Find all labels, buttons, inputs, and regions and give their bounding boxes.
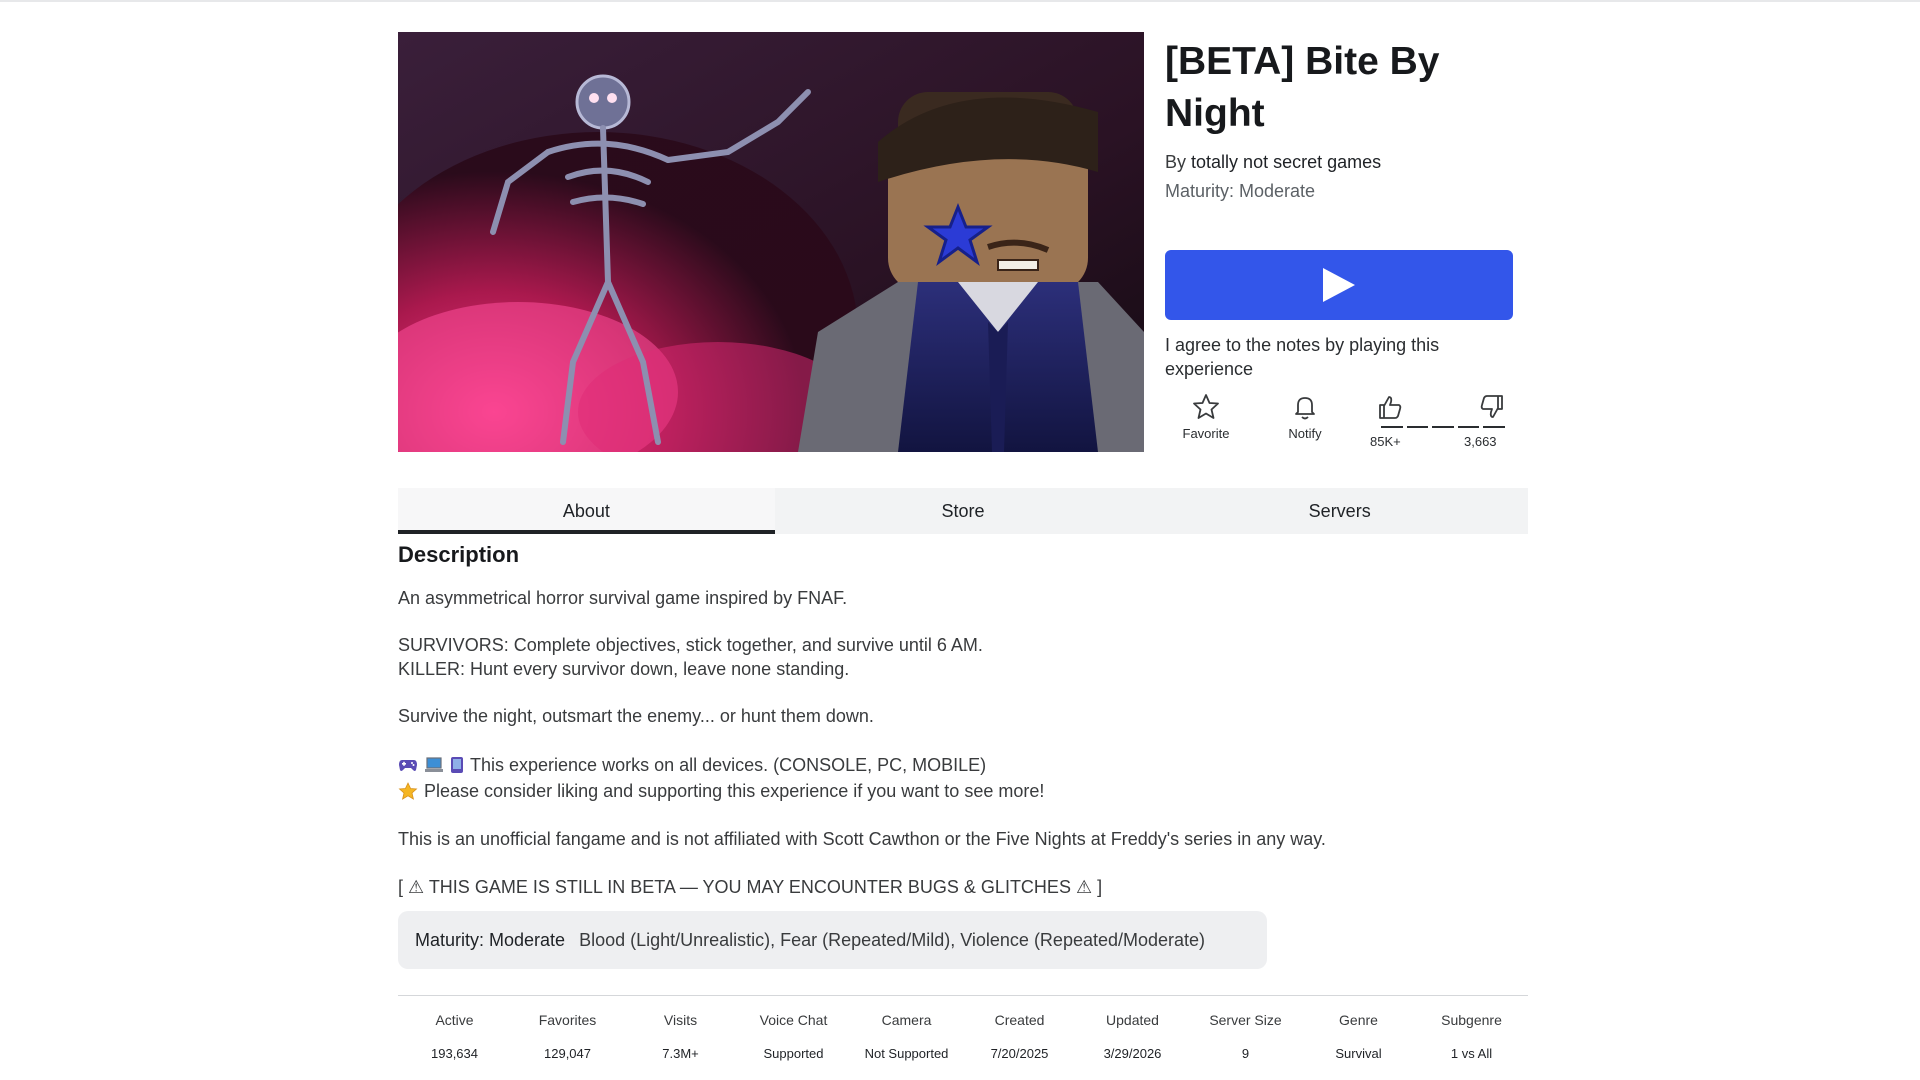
stat-label: Created [994,1012,1045,1028]
stat-value: Survival [1335,1046,1382,1061]
bell-icon [1295,397,1315,420]
stat-label: Server Size [1209,1012,1282,1028]
tab-store[interactable]: Store [775,488,1152,534]
stat-label: Updated [1106,1012,1159,1028]
stat-label: Genre [1339,1012,1378,1028]
by-prefix: By [1165,152,1187,172]
beta-warning-line: [ ⚠ THIS GAME IS STILL IN BETA — YOU MAY… [398,877,1103,897]
game-page: [BETA] Bite By Night By totally not secr… [398,0,1530,1080]
stat-subgenre: Subgenre 1 vs All [1415,1010,1528,1064]
stat-value: 9 [1241,1046,1250,1061]
game-stats: Active 193,634 Favorites 129,047 Visits … [398,1010,1528,1064]
description-heading: Description [398,542,520,567]
stat-label: Subgenre [1441,1012,1502,1028]
maturity-label: Maturity: Moderate [415,929,566,950]
gamepad-icon [399,760,417,771]
star-icon [1193,394,1219,419]
thumbs-down-icon [1480,395,1503,418]
play-icon [1323,268,1355,302]
stat-label: Favorites [538,1012,597,1028]
creator-link[interactable]: totally not secret games [1191,152,1381,172]
stat-favorites: Favorites 129,047 [511,1010,624,1064]
vote-ratio-bar [1381,426,1505,430]
stat-visits: Visits 7.3M+ [624,1010,737,1064]
creator-line: By totally not secret games [1165,148,1535,176]
notify-button[interactable]: Notify [1277,392,1333,441]
stat-label: Voice Chat [759,1012,828,1028]
stat-value: 1 vs All [1450,1046,1493,1061]
stat-value: Supported [763,1046,824,1061]
stat-value: 193,634 [431,1046,478,1061]
description-body: An asymmetrical horror survival game ins… [398,586,1518,899]
stat-value: 3/29/2026 [1103,1046,1162,1061]
notify-label: Notify [1288,426,1322,441]
dislike-button[interactable] [1470,392,1514,422]
play-button[interactable] [1165,250,1513,320]
description-line: This experience works on all devices. (C… [470,755,987,775]
thumbnail-artwork [398,32,1144,452]
like-button[interactable] [1373,392,1407,422]
stat-created: Created 7/20/2025 [963,1010,1076,1064]
stat-value: Not Supported [864,1046,949,1061]
star-emoji-icon [398,782,418,800]
stat-updated: Updated 3/29/2026 [1076,1010,1189,1064]
game-info: [BETA] Bite By Night By totally not secr… [1165,32,1535,206]
game-thumbnail[interactable] [398,32,1144,452]
like-count: 85K+ [1370,434,1401,449]
stat-value: 7/20/2025 [990,1046,1049,1061]
maturity-descriptors: Blood (Light/Unrealistic), Fear (Repeate… [579,929,1206,950]
description-line: Please consider liking and supporting th… [424,781,1045,801]
description-line: SURVIVORS: Complete objectives, stick to… [398,635,983,655]
devices-line: This experience works on all devices. (C… [398,753,1518,777]
support-line: Please consider liking and supporting th… [398,779,1518,803]
stat-value: 129,047 [544,1046,591,1061]
tab-servers[interactable]: Servers [1151,488,1528,534]
tab-bar: About Store Servers [398,488,1528,534]
stat-camera: Camera Not Supported [850,1010,963,1064]
action-bar: Favorite Notify 85K+ 3,663 [1165,392,1519,452]
stat-label: Visits [663,1012,698,1028]
stat-label: Active [435,1012,474,1028]
stat-server-size: Server Size 9 [1189,1010,1302,1064]
maturity-rating: Maturity: Moderate [1165,181,1316,201]
stat-label: Camera [881,1012,932,1028]
stat-voice-chat: Voice Chat Supported [737,1010,850,1064]
description-line: An asymmetrical horror survival game ins… [398,588,848,608]
play-agreement-text: I agree to the notes by playing this exp… [1165,335,1440,379]
description-line: KILLER: Hunt every survivor down, leave … [398,659,850,679]
stats-divider [398,995,1528,996]
phone-icon [451,757,463,773]
favorite-button[interactable]: Favorite [1173,392,1239,441]
stat-active: Active 193,634 [398,1010,511,1064]
dislike-count: 3,663 [1464,434,1497,449]
stat-genre: Genre Survival [1302,1010,1415,1064]
thumbs-up-icon [1379,396,1402,419]
game-title: [BETA] Bite By Night [1165,40,1440,135]
tab-about[interactable]: About [398,488,775,534]
favorite-label: Favorite [1182,426,1230,441]
stat-value: 7.3M+ [662,1046,699,1061]
laptop-icon [425,757,443,772]
description-line: Survive the night, outsmart the enemy...… [398,706,874,726]
maturity-details-box: Maturity: Moderate Blood (Light/Unrealis… [398,911,1267,969]
description-line: This is an unofficial fangame and is not… [398,829,1326,849]
